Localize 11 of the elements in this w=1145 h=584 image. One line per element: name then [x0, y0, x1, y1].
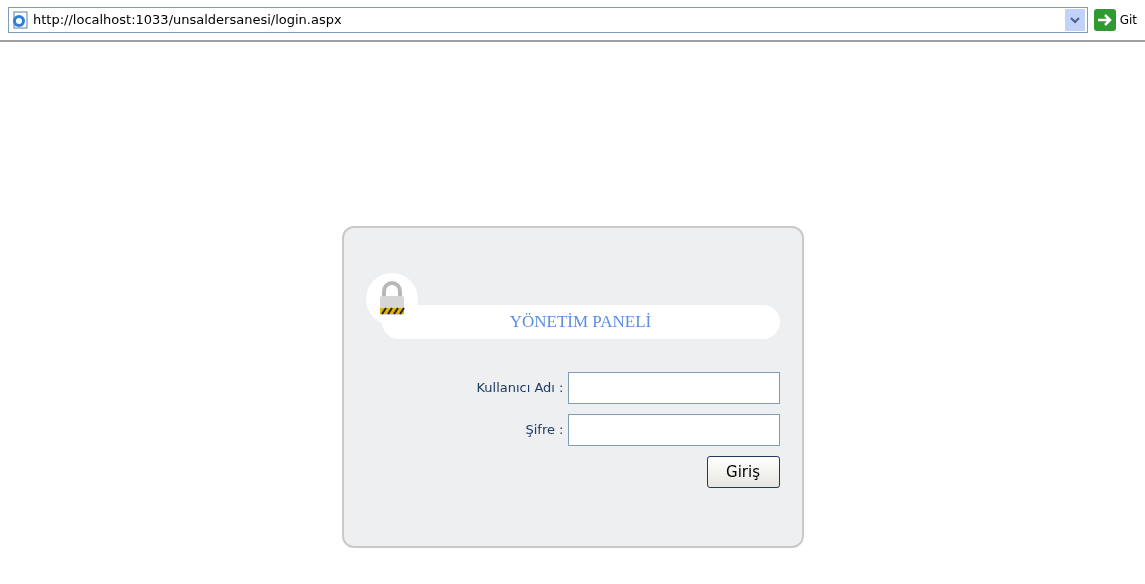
field-label: Kullanıcı Adı : — [476, 379, 564, 398]
address-field[interactable]: http://localhost:1033/unsaldersanesi/login.aspx — [8, 7, 1088, 33]
dropdown-icon[interactable] — [1064, 9, 1085, 31]
panel-title: YÖNETİM PANELİ — [509, 311, 652, 334]
input-field[interactable] — [567, 414, 780, 446]
go-button[interactable]: Git — [1093, 9, 1137, 31]
input-field[interactable] — [567, 372, 780, 404]
field-label: Şifre : — [525, 421, 564, 440]
url-text: http://localhost:1033/unsaldersanesi/login.aspx — [33, 11, 343, 30]
login-button[interactable]: Giriş — [706, 456, 780, 488]
browser-page-icon — [11, 11, 29, 29]
